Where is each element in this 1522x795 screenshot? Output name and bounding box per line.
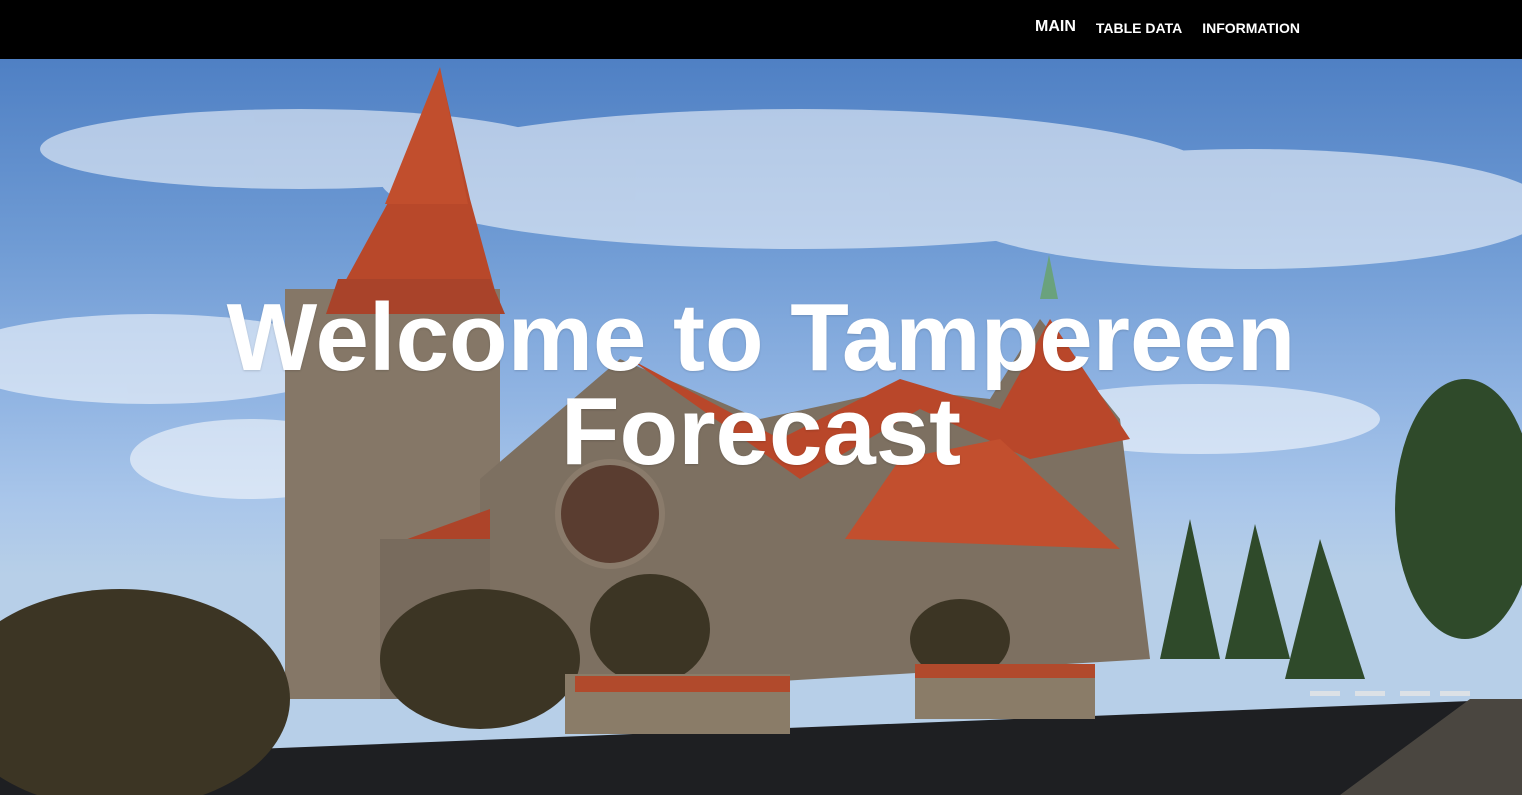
nav-table-data[interactable]: TABLE DATA <box>1096 20 1182 36</box>
hero-section: Welcome to Tampereen Forecast <box>0 59 1522 795</box>
nav-main[interactable]: MAIN <box>1035 18 1076 36</box>
nav-links: MAIN TABLE DATA INFORMATION <box>1035 0 1320 59</box>
top-navbar: MAIN TABLE DATA INFORMATION <box>0 0 1522 59</box>
nav-information[interactable]: INFORMATION <box>1202 20 1300 36</box>
hero-title: Welcome to Tampereen Forecast <box>226 284 1296 485</box>
